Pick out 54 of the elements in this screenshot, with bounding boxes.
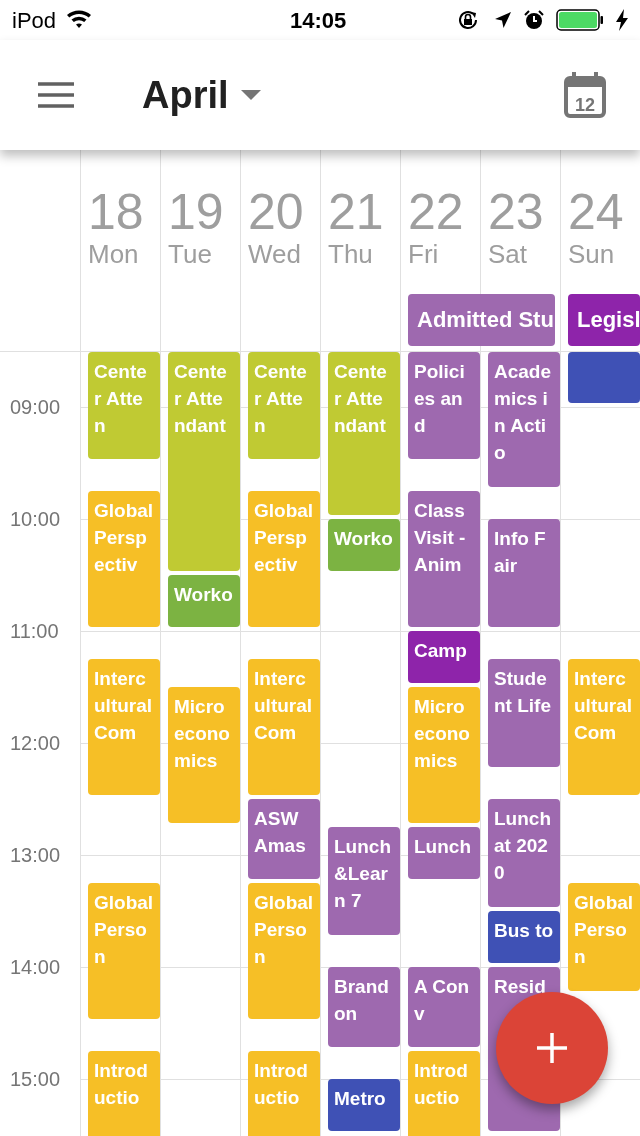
hour-label: 14:00	[10, 955, 61, 979]
hour-label: 11:00	[10, 619, 59, 643]
calendar-event[interactable]: Center Attendant	[328, 352, 400, 515]
calendar-event[interactable]: Introductio	[408, 1051, 480, 1136]
calendar-event[interactable]: Introductio	[248, 1051, 320, 1136]
charging-bolt-icon	[616, 9, 628, 31]
calendar-event[interactable]: Worko	[328, 519, 400, 571]
calendar-event[interactable]: Microeconomics	[168, 687, 240, 823]
month-dropdown[interactable]: April	[142, 66, 261, 124]
battery-icon	[556, 9, 604, 31]
calendar-event[interactable]: Introductio	[88, 1051, 160, 1136]
calendar-event[interactable]: Academics in Actio	[488, 352, 560, 487]
calendar-event[interactable]: Worko	[168, 575, 240, 627]
hour-label: 12:00	[10, 731, 61, 755]
alarm-icon	[524, 10, 544, 30]
calendar-event[interactable]: Center Atten	[88, 352, 160, 459]
all-day-event[interactable]: Admitted Stu	[408, 294, 555, 346]
calendar-event[interactable]: Center Atten	[248, 352, 320, 459]
calendar-event[interactable]: Intercultural Com	[568, 659, 640, 795]
calendar-event[interactable]: Lunch&Learn 7	[328, 827, 400, 935]
calendar-event[interactable]: Global Person	[88, 883, 160, 1019]
calendar-event[interactable]: Info Fair	[488, 519, 560, 627]
plus-icon	[537, 1033, 567, 1063]
hour-label: 09:00	[10, 395, 61, 419]
hour-label: 15:00	[10, 1067, 61, 1091]
calendar-event[interactable]: Global Perspectiv	[88, 491, 160, 627]
carrier-label: iPod	[12, 6, 57, 35]
calendar-event[interactable]: Global Person	[248, 883, 320, 1019]
calendar-event[interactable]: Intercultural Com	[248, 659, 320, 795]
calendar-event[interactable]: Global Perspectiv	[248, 491, 320, 627]
calendar-event[interactable]: A Conv	[408, 967, 480, 1047]
calendar-event[interactable]: Class Visit - Anim	[408, 491, 480, 627]
calendar-event[interactable]: Metro	[328, 1079, 400, 1131]
calendar-event[interactable]: Bus to	[488, 911, 560, 963]
calendar-event[interactable]: Policies and	[408, 352, 480, 459]
menu-icon	[38, 82, 74, 108]
calendar-event[interactable]: Global Person	[568, 883, 640, 991]
calendar-event[interactable]: Microeconomics	[408, 687, 480, 823]
calendar-event[interactable]: Center Attendant	[168, 352, 240, 571]
calendar-event[interactable]: Lunch at 2020	[488, 799, 560, 907]
add-event-fab[interactable]	[496, 992, 608, 1104]
wifi-icon	[66, 10, 93, 30]
calendar-event[interactable]: Brandon	[328, 967, 400, 1047]
caret-icon	[240, 90, 261, 100]
hour-label: 10:00	[10, 507, 61, 531]
calendar-event[interactable]: Student Life	[488, 659, 560, 767]
hour-label: 13:00	[10, 843, 61, 867]
calendar-event[interactable]: Intercultural Com	[88, 659, 160, 795]
location-arrow-icon	[494, 11, 512, 29]
calendar-event[interactable]: ASW Amas	[248, 799, 320, 879]
calendar-event[interactable]: Camp	[408, 631, 480, 683]
clock-label: 14:05	[290, 6, 347, 35]
all-day-event[interactable]: Legisl	[568, 294, 640, 346]
calendar-event[interactable]: Lunch	[408, 827, 480, 879]
